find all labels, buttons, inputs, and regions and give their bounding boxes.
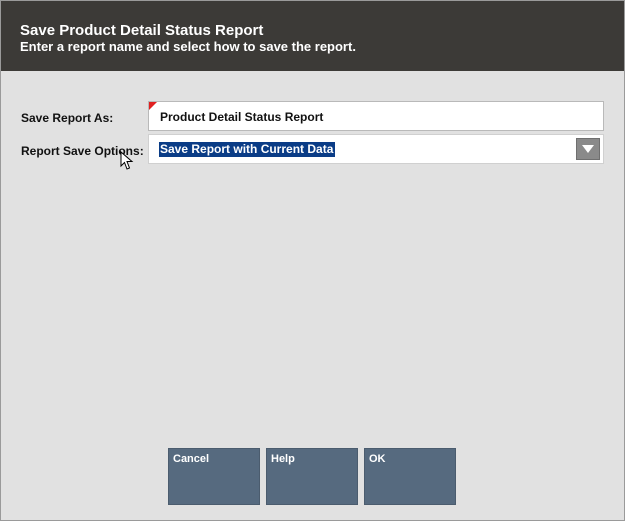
dialog-header: Save Product Detail Status Report Enter …: [1, 1, 624, 71]
report-name-label: Save Report As:: [21, 111, 114, 125]
report-name-input[interactable]: Product Detail Status Report: [148, 101, 604, 131]
dialog-subtitle: Enter a report name and select how to sa…: [20, 39, 356, 54]
cancel-button-label: Cancel: [173, 453, 210, 465]
cancel-button[interactable]: Cancel: [168, 448, 260, 505]
report-name-value: Product Detail Status Report: [160, 110, 324, 124]
save-options-value: Save Report with Current Data: [159, 142, 336, 157]
ok-button[interactable]: OK: [364, 448, 456, 505]
mouse-pointer-icon: [120, 151, 134, 170]
help-button-label: Help: [271, 453, 295, 465]
save-report-dialog: Save Product Detail Status Report Enter …: [0, 0, 625, 521]
dialog-title: Save Product Detail Status Report: [20, 22, 264, 39]
dropdown-button[interactable]: [576, 138, 600, 160]
required-field-marker-icon: [149, 102, 157, 110]
save-options-select[interactable]: Save Report with Current Data: [148, 134, 604, 164]
chevron-down-icon: [582, 145, 594, 153]
dialog-content: Save Report As: Product Detail Status Re…: [1, 71, 624, 520]
ok-button-label: OK: [369, 453, 386, 465]
help-button[interactable]: Help: [266, 448, 358, 505]
